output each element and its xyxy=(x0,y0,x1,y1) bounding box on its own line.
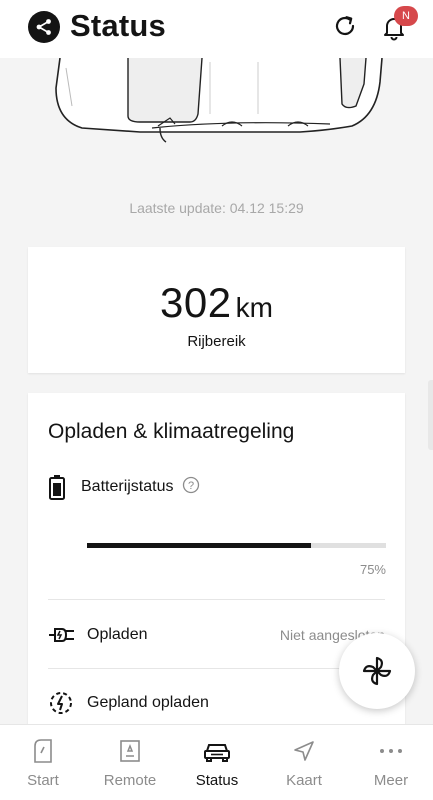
nav-label: Kaart xyxy=(286,772,322,789)
share-button[interactable] xyxy=(28,11,60,43)
help-icon: ? xyxy=(183,476,200,493)
bottom-navigation: Start Remote Status Kaart Meer xyxy=(0,724,433,800)
fan-icon xyxy=(362,656,392,686)
nav-item-meer[interactable]: Meer xyxy=(348,725,433,800)
nav-item-kaart[interactable]: Kaart xyxy=(261,725,347,800)
divider xyxy=(48,668,385,669)
battery-percent-text: 75% xyxy=(359,562,386,577)
charging-climate-card: Opladen & klimaatregeling Batterijstatus… xyxy=(28,393,405,753)
nav-label: Meer xyxy=(373,772,409,789)
range-display: 302 km xyxy=(28,279,405,327)
share-icon xyxy=(36,19,51,35)
divider xyxy=(48,599,385,600)
svg-text:?: ? xyxy=(188,480,194,492)
charging-label: Opladen xyxy=(87,626,148,643)
scheduled-charging-label: Gepland opladen xyxy=(87,694,209,711)
app-header: Status N xyxy=(0,0,433,58)
battery-status-row: Batterijstatus ? xyxy=(48,473,200,501)
help-button[interactable]: ? xyxy=(182,476,200,499)
page-title: Status xyxy=(70,8,166,43)
nav-item-start[interactable]: Start xyxy=(0,725,86,800)
card-title: Opladen & klimaatregeling xyxy=(48,420,295,443)
nav-item-status[interactable]: Status xyxy=(174,725,260,800)
home-icon xyxy=(28,737,58,765)
car-image xyxy=(55,58,383,143)
battery-icon xyxy=(49,475,65,500)
charging-row[interactable]: Opladen Niet aangesloten xyxy=(48,621,385,649)
nav-label: Start xyxy=(27,772,59,789)
refresh-button[interactable] xyxy=(332,13,358,39)
battery-progress-fill xyxy=(87,543,312,548)
range-value: 302 xyxy=(160,279,232,326)
nav-item-remote[interactable]: Remote xyxy=(87,725,173,800)
battery-status-label: Batterijstatus xyxy=(81,478,174,495)
range-card: 302 km Rijbereik xyxy=(28,247,405,373)
climate-fab-button[interactable] xyxy=(339,633,415,709)
plug-icon xyxy=(49,628,74,642)
range-unit: km xyxy=(235,292,273,323)
range-label: Rijbereik xyxy=(187,333,246,350)
nav-label: Remote xyxy=(103,772,157,789)
more-icon xyxy=(376,737,406,765)
nav-label: Status xyxy=(195,772,239,789)
car-icon xyxy=(202,737,232,765)
last-update-text: Laatste update: 04.12 15:29 xyxy=(129,200,304,216)
notification-badge: N xyxy=(394,6,418,26)
remote-icon xyxy=(115,737,145,765)
scheduled-charge-icon xyxy=(50,692,72,714)
refresh-icon xyxy=(335,16,355,36)
side-panel-handle[interactable] xyxy=(428,380,433,450)
scheduled-charging-row[interactable]: Gepland opladen xyxy=(48,689,385,717)
car-illustration xyxy=(0,58,433,158)
navigation-icon xyxy=(289,737,319,765)
battery-progress-bar xyxy=(87,543,386,548)
